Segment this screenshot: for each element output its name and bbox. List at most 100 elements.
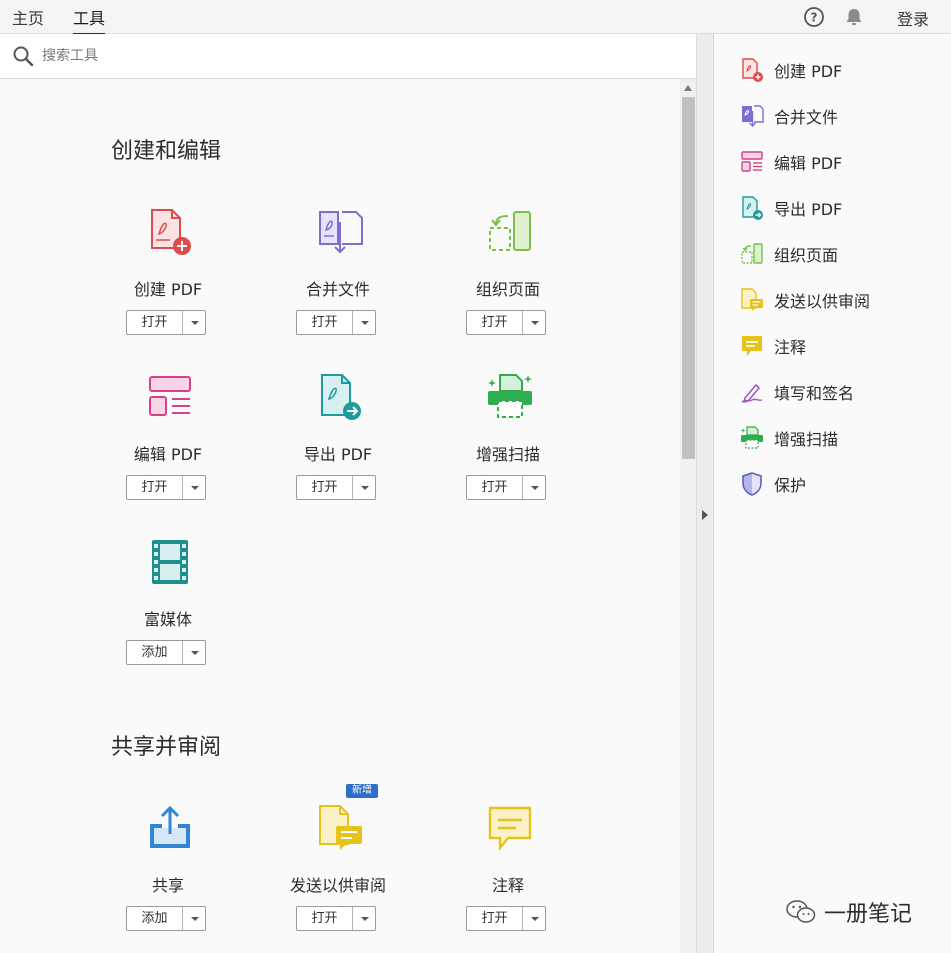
tool-create-pdf[interactable]: 创建 PDF 打开 (83, 208, 253, 358)
open-button[interactable]: 打开 (466, 310, 546, 335)
panel-item-fill-sign[interactable]: 填写和签名 (740, 377, 940, 407)
panel-item-create-pdf[interactable]: 创建 PDF (740, 55, 940, 85)
button-label[interactable]: 打开 (127, 311, 183, 334)
tool-label: 编辑 PDF (133, 445, 203, 464)
share-icon (150, 805, 190, 848)
panel-item-label: 注释 (774, 338, 807, 357)
tool-label: 导出 PDF (303, 445, 373, 464)
panel-item-combine-files[interactable]: 合并文件 (740, 101, 940, 131)
tool-export-pdf[interactable]: 导出 PDF 打开 (253, 373, 423, 523)
add-button[interactable]: 添加 (126, 640, 206, 665)
add-button[interactable]: 添加 (126, 906, 206, 931)
combine-files-icon (742, 105, 764, 127)
help-icon[interactable]: ? (803, 6, 825, 28)
chevron-down-icon[interactable] (183, 907, 205, 930)
chevron-right-icon[interactable] (702, 510, 708, 520)
panel-item-comment[interactable]: 注释 (740, 331, 940, 361)
panel-item-label: 编辑 PDF (774, 154, 843, 173)
chevron-down-icon[interactable] (183, 641, 205, 664)
panel-item-export-pdf[interactable]: 导出 PDF (740, 193, 940, 223)
tool-label: 创建 PDF (133, 280, 203, 299)
svg-text:?: ? (811, 11, 818, 25)
panel-item-label: 填写和签名 (774, 384, 855, 403)
panel-item-label: 增强扫描 (774, 430, 839, 449)
rich-media-icon (152, 540, 188, 584)
enhance-scan-icon (740, 426, 763, 449)
open-button[interactable]: 打开 (296, 906, 376, 931)
tool-organize-pages[interactable]: 组织页面 打开 (423, 208, 593, 358)
panel-collapse-strip[interactable] (697, 34, 714, 953)
chevron-down-icon[interactable] (353, 311, 375, 334)
panel-item-edit-pdf[interactable]: 编辑 PDF (740, 147, 940, 177)
button-label[interactable]: 打开 (467, 476, 523, 499)
shield-icon (742, 472, 762, 496)
search-bar (0, 34, 697, 79)
open-button[interactable]: 打开 (296, 310, 376, 335)
chevron-down-icon[interactable] (523, 907, 545, 930)
tool-enhance-scan[interactable]: 增强扫描 打开 (423, 373, 593, 523)
watermark-label: 一册笔记 (824, 902, 913, 927)
panel-item-label: 合并文件 (774, 108, 839, 127)
tab-home[interactable]: 主页 (12, 5, 44, 29)
open-button[interactable]: 打开 (466, 906, 546, 931)
chevron-down-icon[interactable] (353, 476, 375, 499)
section-title-create-edit: 创建和编辑 (111, 139, 222, 164)
panel-item-organize-pages[interactable]: 组织页面 (740, 239, 940, 269)
send-for-review-icon (319, 805, 362, 850)
open-button[interactable]: 打开 (296, 475, 376, 500)
tool-comment[interactable]: 注释 打开 (423, 804, 593, 953)
chevron-down-icon[interactable] (523, 476, 545, 499)
login-button[interactable]: 登录 (897, 6, 929, 30)
open-button[interactable]: 打开 (126, 475, 206, 500)
tool-combine-files[interactable]: 合并文件 打开 (253, 208, 423, 358)
button-label[interactable]: 打开 (127, 476, 183, 499)
tool-label: 组织页面 (475, 280, 540, 299)
comment-icon (742, 336, 762, 356)
tool-edit-pdf[interactable]: 编辑 PDF 打开 (83, 373, 253, 523)
tool-rich-media[interactable]: 富媒体 添加 (83, 538, 253, 688)
panel-item-enhance-scan[interactable]: 增强扫描 (740, 423, 940, 453)
chevron-down-icon[interactable] (183, 476, 205, 499)
search-icon (13, 46, 34, 67)
panel-item-send-for-review[interactable]: 发送以供审阅 (740, 285, 940, 315)
scroll-up-icon[interactable] (684, 85, 692, 91)
button-label[interactable]: 打开 (467, 311, 523, 334)
fill-sign-icon (741, 384, 763, 403)
panel-item-label: 导出 PDF (774, 200, 843, 219)
organize-pages-icon (741, 243, 763, 264)
panel-item-label: 创建 PDF (774, 62, 843, 81)
button-label[interactable]: 打开 (297, 476, 353, 499)
bell-icon[interactable] (843, 6, 865, 28)
search-input[interactable] (42, 44, 642, 68)
chevron-down-icon[interactable] (183, 311, 205, 334)
edit-pdf-icon (741, 151, 763, 172)
scrollbar-thumb[interactable] (682, 97, 695, 459)
tool-share[interactable]: 共享 添加 (83, 804, 253, 953)
tool-label: 发送以供审阅 (289, 876, 386, 895)
tool-send-for-review[interactable]: 发送以供审阅 打开 (253, 804, 423, 953)
main-scrollbar[interactable] (680, 79, 697, 953)
new-badge: 新增 (346, 784, 378, 798)
chevron-down-icon[interactable] (523, 311, 545, 334)
combine-files-icon (319, 211, 363, 254)
button-label[interactable]: 打开 (467, 907, 523, 930)
tool-label: 合并文件 (305, 280, 370, 299)
button-label[interactable]: 添加 (127, 641, 183, 664)
button-label[interactable]: 打开 (297, 907, 353, 930)
tools-main: 创建和编辑 创建 PDF 打开 合并文件 打开 组织页面 打开 编辑 PDF 打… (0, 79, 680, 953)
tool-label: 注释 (491, 876, 524, 895)
comment-icon (488, 806, 532, 852)
send-for-review-icon (741, 288, 763, 311)
button-label[interactable]: 打开 (297, 311, 353, 334)
export-pdf-icon (321, 374, 361, 420)
panel-item-protect[interactable]: 保护 (740, 469, 940, 499)
tab-tools[interactable]: 工具 (73, 5, 106, 35)
open-button[interactable]: 打开 (126, 310, 206, 335)
enhance-scan-icon (488, 374, 532, 418)
edit-pdf-icon (149, 376, 191, 416)
button-label[interactable]: 添加 (127, 907, 183, 930)
right-tool-panel: 创建 PDF 合并文件 编辑 PDF 导出 PDF 组织页面 发送以供审阅 注释… (714, 34, 951, 953)
chevron-down-icon[interactable] (353, 907, 375, 930)
open-button[interactable]: 打开 (466, 475, 546, 500)
tool-label: 富媒体 (143, 610, 192, 629)
